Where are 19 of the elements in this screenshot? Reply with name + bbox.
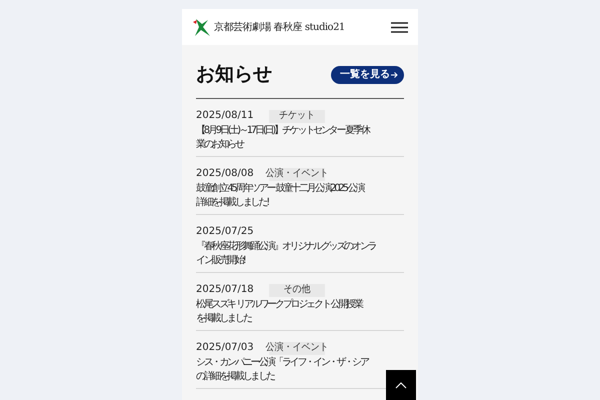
category-tag: チケット — [268, 110, 325, 122]
news-date: 2025/07/18 — [196, 285, 254, 295]
news-date: 2025/08/08 — [196, 169, 254, 179]
news-title-link[interactable]: 【8月9日(土)～17日(日)】チケットセンター 夏季休 業のお知らせ — [196, 124, 369, 152]
arrow-right-icon — [390, 70, 398, 78]
logo-text: 京都芸術劇場 春秋座 studio21 — [214, 20, 345, 34]
chevron-up-icon — [395, 382, 407, 388]
menu-icon[interactable] — [391, 22, 408, 32]
news-title-link[interactable]: 『春秋座花形舞踊公演』オリジナルグッズのオンラ イン販売開始! — [196, 240, 376, 268]
news-title-link[interactable]: 松尾スズキ リアルワークプロジェクト 公開授業 を掲載しました — [196, 298, 362, 326]
category-tag: その他 — [268, 284, 325, 296]
dancer-logo-icon — [192, 16, 212, 38]
news-title-link[interactable]: シス・カンパニー公演「ライフ・イン・ザ・シア の詳細を掲載しました — [196, 356, 368, 384]
news-title-link[interactable]: 鼓童創立45周年ツアー 鼓童十二月公演2025 公演 詳細を掲載しました! — [196, 182, 364, 210]
news-date: 2025/08/11 — [196, 111, 254, 121]
news-date: 2025/07/25 — [196, 227, 254, 237]
news-date: 2025/07/03 — [196, 343, 254, 353]
section-title: お知らせ — [196, 65, 272, 84]
view-all-button[interactable]: 一覧を見る — [331, 66, 404, 84]
